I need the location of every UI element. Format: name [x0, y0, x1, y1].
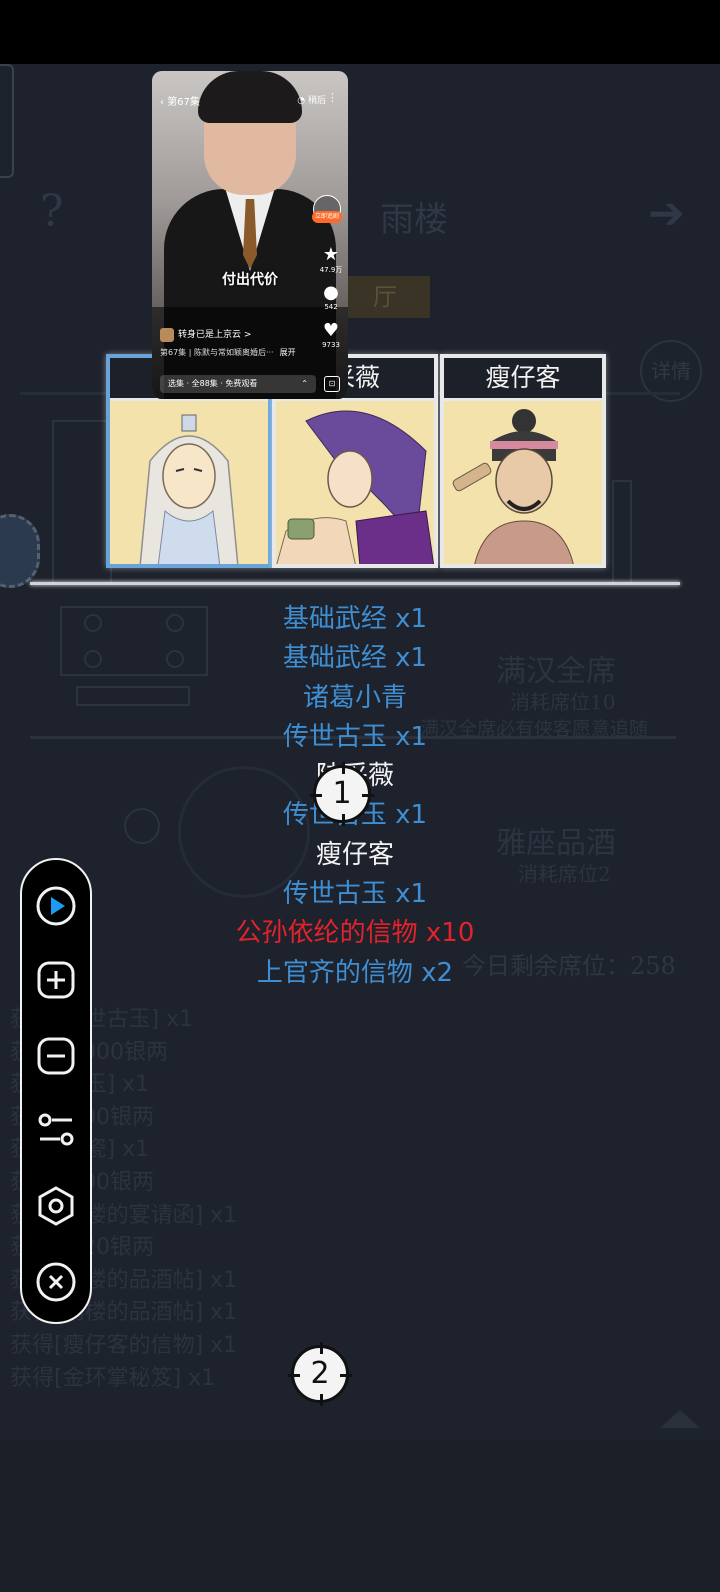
reward-item: 传世古玉 x1	[282, 721, 428, 752]
fullscreen-icon[interactable]: ⊡	[324, 376, 340, 392]
comment-count: 542	[324, 303, 338, 311]
author-link[interactable]: 转身已是上京云 >	[160, 327, 251, 342]
video-overlay[interactable]: ‹ 第67集 ◔ 稍后 ⋮ 立即追剧 付出代价 ★ 47.9万 ● 542 ♥ 973…	[152, 71, 348, 399]
comment-icon: ●	[323, 282, 339, 303]
zoom-in-icon[interactable]	[36, 960, 76, 1000]
heart-count: 9733	[322, 341, 340, 349]
episode-bar-label: 选集 · 全88集 · 免费观看	[168, 379, 258, 388]
reward-item: 上官齐的信物 x2	[256, 957, 454, 988]
marker-label: 1	[332, 776, 352, 811]
seat-decor	[124, 808, 160, 844]
settings-icon[interactable]	[36, 1186, 76, 1226]
expand-link[interactable]: 展开	[280, 348, 296, 357]
author-icon	[160, 327, 174, 342]
star-icon: ★	[322, 244, 340, 265]
reward-item: 诸葛小青	[302, 682, 407, 713]
like-button[interactable]: ★ 47.9万	[316, 245, 346, 275]
table-decor	[612, 480, 632, 584]
arrow-right-icon[interactable]: ➔	[648, 188, 685, 239]
character-portrait	[276, 401, 434, 564]
cards-baseline	[30, 582, 680, 585]
character-portrait	[110, 401, 268, 564]
log-line: 获得[金环掌秘笈] x1	[10, 1365, 216, 1391]
video-description: 第67集 | 陈默与常如颖离婚后··· 展开	[160, 347, 296, 358]
target-marker[interactable]: 2	[288, 1342, 352, 1406]
marker-label: 2	[310, 1356, 330, 1391]
more-icon[interactable]: ⋮	[327, 91, 338, 104]
floating-toolbar	[20, 858, 92, 1324]
follow-button[interactable]: 立即追剧	[312, 211, 342, 223]
play-icon[interactable]	[36, 886, 76, 926]
comment-button[interactable]: ● 542	[316, 282, 346, 312]
seat-decor	[84, 650, 102, 668]
zoom-out-icon[interactable]	[36, 1036, 76, 1076]
seat-decor	[84, 614, 102, 632]
table-decor	[52, 420, 112, 584]
bottom-area	[0, 1440, 720, 1592]
character-card[interactable]: 瘦仔客	[440, 354, 606, 568]
status-bar	[0, 0, 720, 64]
chevron-up-icon: ⌃	[301, 379, 308, 388]
reward-item: 传世古玉 x1	[282, 879, 428, 910]
reward-item: 瘦仔客	[315, 839, 394, 870]
author-name: 转身已是上京云 >	[178, 330, 252, 340]
close-icon[interactable]	[36, 1262, 76, 1302]
help-icon[interactable]: ?	[40, 186, 64, 237]
heart-button[interactable]: ♥ 9733	[316, 320, 346, 350]
episode-label: 第67集	[167, 97, 200, 108]
hall-tab[interactable]: 厅	[340, 276, 430, 318]
heart-icon: ♥	[322, 320, 340, 341]
video-figure	[198, 71, 302, 123]
like-count: 47.9万	[319, 266, 343, 274]
venue-title: 雨楼	[380, 200, 448, 240]
description-text: 第67集 | 陈默与常如颖离婚后···	[160, 348, 274, 357]
later-label: 稍后	[307, 96, 326, 106]
target-marker[interactable]: 1	[310, 762, 374, 826]
character-name: 瘦仔客	[444, 358, 602, 401]
sliders-icon[interactable]	[36, 1110, 76, 1150]
reward-item: 基础武经 x1	[282, 643, 428, 674]
edge-badge	[0, 64, 14, 178]
video-later-button[interactable]: ◔ 稍后	[297, 93, 326, 106]
log-line: 获得[瘦仔客的信物] x1	[10, 1332, 238, 1358]
reward-item: 基础武经 x1	[282, 604, 428, 634]
video-back-button[interactable]: ‹ 第67集	[160, 93, 200, 108]
reward-item: 公孙依纶的信物 x10	[235, 918, 475, 949]
scroll-up-icon[interactable]	[660, 1410, 700, 1428]
episode-bar[interactable]: 选集 · 全88集 · 免费观看 ⌃	[160, 375, 316, 393]
character-portrait	[444, 401, 602, 564]
